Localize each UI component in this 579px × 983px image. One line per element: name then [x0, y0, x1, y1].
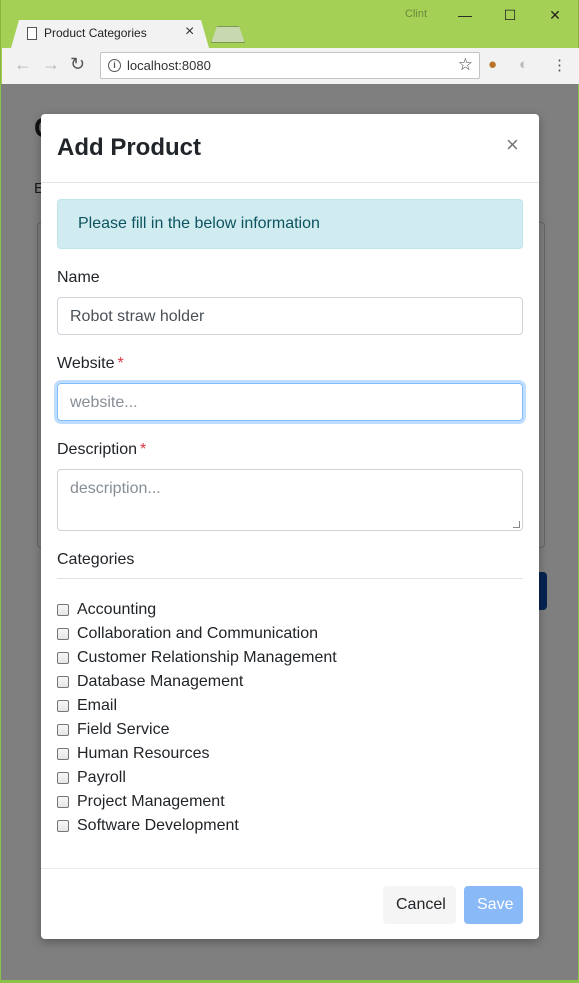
categories-list: Accounting Collaboration and Communicati…	[57, 598, 523, 838]
close-window-icon[interactable]: ✕	[541, 5, 569, 25]
browser-toolbar: ← → ↻ i localhost:8080 ☆ ● ◐ ⋮	[2, 48, 579, 84]
category-item[interactable]: Field Service	[57, 718, 523, 742]
category-label: Human Resources	[77, 745, 210, 762]
checkbox[interactable]	[57, 604, 69, 616]
checkbox[interactable]	[57, 724, 69, 736]
tab-title: Product Categories	[44, 26, 147, 40]
category-label: Database Management	[77, 673, 244, 690]
website-placeholder: website...	[70, 394, 138, 411]
checkbox[interactable]	[57, 652, 69, 664]
category-label: Field Service	[77, 721, 170, 738]
url-text: localhost:8080	[127, 58, 211, 73]
category-label: Payroll	[77, 769, 126, 786]
category-label: Collaboration and Communication	[77, 625, 319, 642]
website-input[interactable]: website...	[57, 383, 523, 421]
categories-label: Categories	[57, 551, 135, 568]
new-tab-button[interactable]	[211, 26, 245, 43]
description-label: Description *	[57, 441, 146, 459]
cancel-button[interactable]: Cancel	[383, 886, 456, 924]
checkbox[interactable]	[57, 796, 69, 808]
page-icon	[27, 27, 37, 40]
category-item[interactable]: Database Management	[57, 670, 523, 694]
minimize-icon[interactable]: —	[451, 5, 479, 25]
description-textarea[interactable]: description...	[57, 469, 523, 531]
modal-header: Add Product ×	[41, 114, 539, 183]
checkbox[interactable]	[57, 748, 69, 760]
category-item[interactable]: Accounting	[57, 598, 523, 622]
maximize-icon[interactable]: ☐	[496, 5, 524, 25]
category-item[interactable]: Email	[57, 694, 523, 718]
save-button[interactable]: Save	[464, 886, 523, 924]
category-label: Project Management	[77, 793, 225, 810]
category-item[interactable]: Human Resources	[57, 742, 523, 766]
modal-footer: Cancel Save	[41, 868, 539, 939]
name-input[interactable]: Robot straw holder	[57, 297, 523, 335]
address-bar[interactable]: i localhost:8080 ☆	[100, 52, 480, 79]
menu-icon[interactable]: ⋮	[552, 56, 567, 74]
add-product-modal: Add Product × Please fill in the below i…	[41, 114, 539, 939]
checkbox[interactable]	[57, 772, 69, 784]
required-marker: *	[140, 441, 147, 458]
extension-icon[interactable]: ◐	[519, 56, 528, 73]
required-marker: *	[117, 355, 124, 372]
reload-icon[interactable]: ↻	[70, 54, 85, 75]
description-label-text: Description	[57, 441, 138, 458]
bookmark-star-icon[interactable]: ☆	[458, 55, 473, 75]
browser-chrome: Product Categories × Clint — ☐ ✕ ← → ↻ i…	[0, 0, 579, 84]
category-item[interactable]: Payroll	[57, 766, 523, 790]
checkbox[interactable]	[57, 700, 69, 712]
checkbox[interactable]	[57, 628, 69, 640]
info-icon[interactable]: i	[108, 59, 121, 72]
category-item[interactable]: Software Development	[57, 814, 523, 838]
forward-arrow-icon[interactable]: →	[42, 54, 60, 75]
website-label-text: Website	[57, 355, 115, 372]
tab-close-icon[interactable]: ×	[185, 23, 194, 41]
checkbox[interactable]	[57, 820, 69, 832]
category-item[interactable]: Project Management	[57, 790, 523, 814]
info-alert: Please fill in the below information	[57, 199, 523, 249]
categories-divider	[57, 578, 523, 579]
category-label: Accounting	[77, 601, 157, 618]
description-placeholder: description...	[70, 480, 161, 497]
browser-tab[interactable]: Product Categories ×	[11, 20, 209, 48]
category-label: Email	[77, 697, 118, 714]
profile-name[interactable]: Clint	[405, 8, 427, 20]
category-item[interactable]: Collaboration and Communication	[57, 622, 523, 646]
resize-grip-icon[interactable]	[513, 521, 520, 528]
modal-title: Add Product	[57, 134, 201, 161]
category-label: Software Development	[77, 817, 239, 834]
name-input-value: Robot straw holder	[70, 308, 205, 325]
name-label: Name	[57, 269, 100, 286]
category-label: Customer Relationship Management	[77, 649, 337, 666]
cookie-extension-icon[interactable]: ●	[488, 56, 497, 73]
checkbox[interactable]	[57, 676, 69, 688]
back-arrow-icon[interactable]: ←	[14, 54, 32, 75]
category-item[interactable]: Customer Relationship Management	[57, 646, 523, 670]
website-label: Website *	[57, 355, 124, 373]
close-icon[interactable]: ×	[506, 132, 519, 158]
